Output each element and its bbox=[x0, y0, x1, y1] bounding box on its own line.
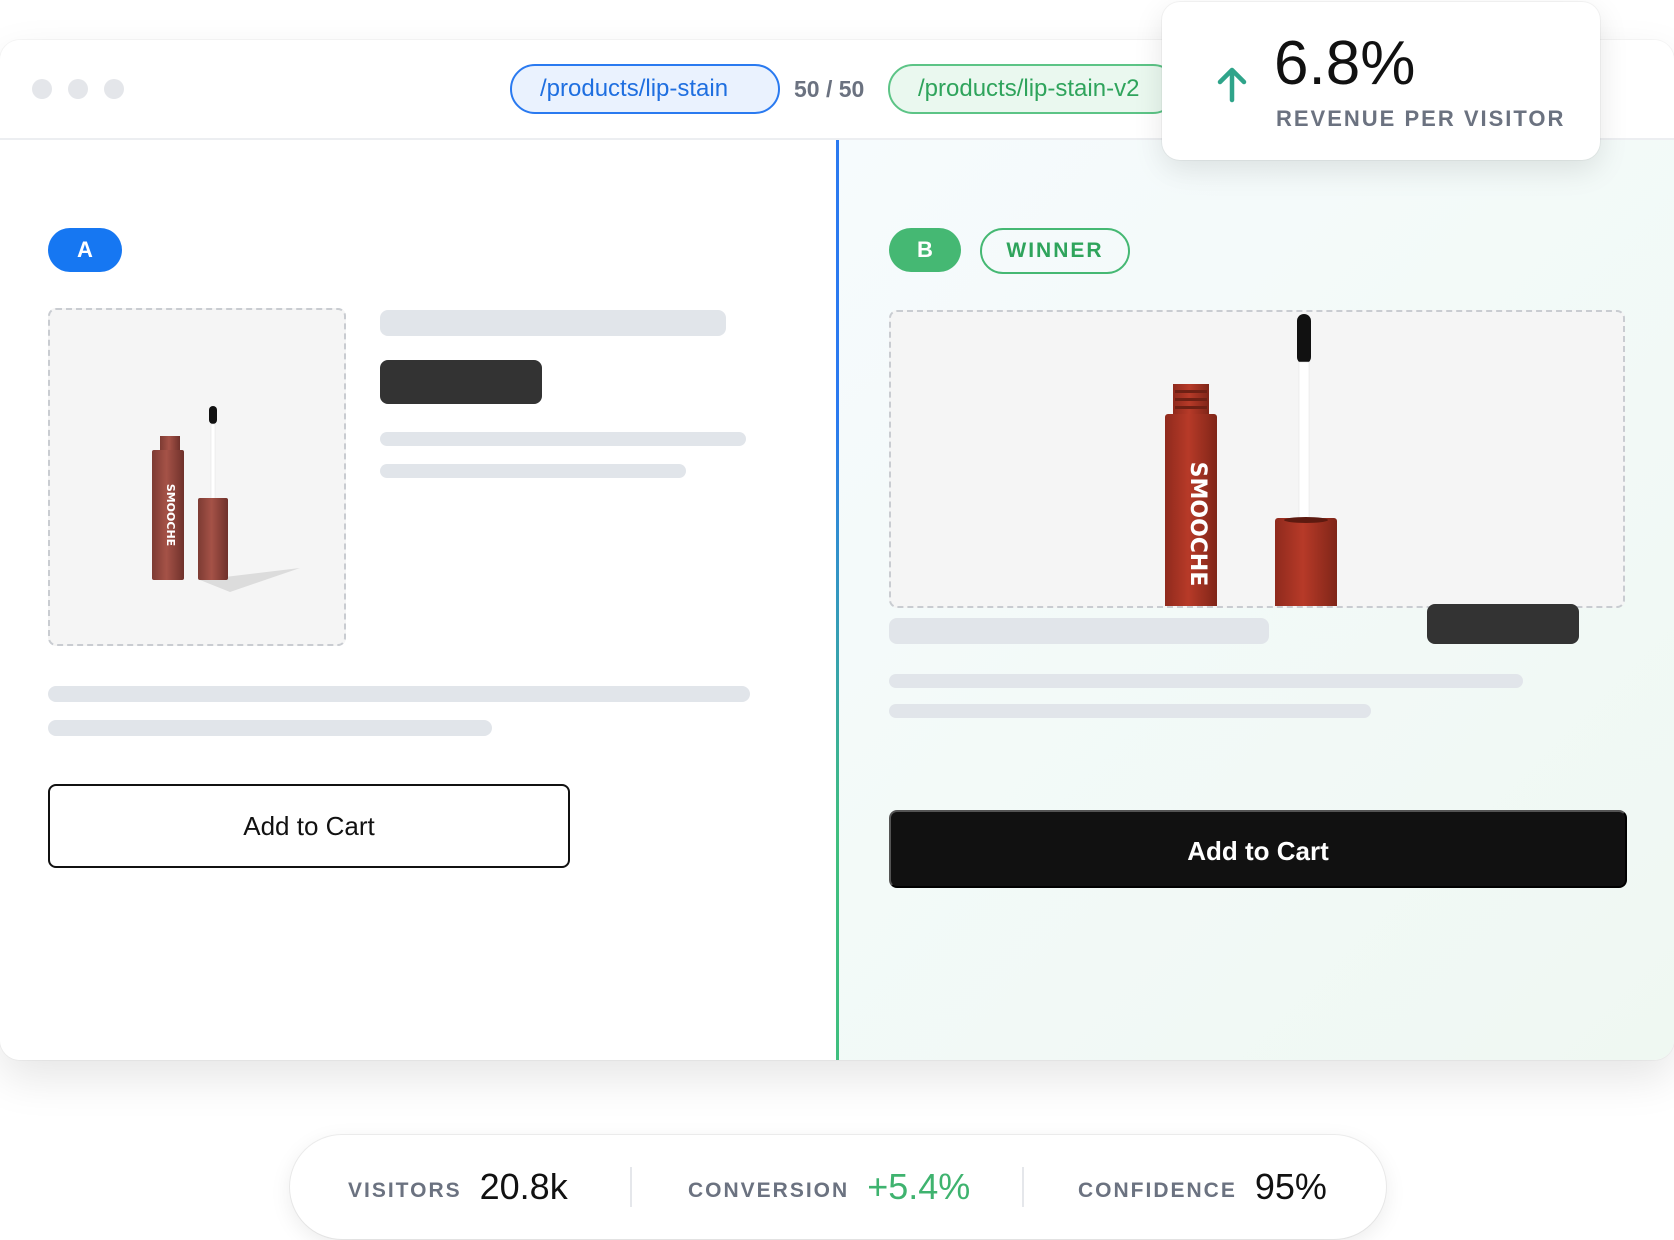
window-minimize-dot[interactable] bbox=[68, 79, 88, 99]
variant-a-url[interactable]: /products/lip-stain bbox=[510, 64, 780, 114]
price-skeleton bbox=[1427, 604, 1579, 644]
variant-b-add-to-cart-button[interactable]: Add to Cart bbox=[889, 810, 1627, 888]
lip-stain-product-icon: SMOOCHE bbox=[1165, 314, 1337, 606]
lip-stain-product-icon: SMOOCHE bbox=[152, 406, 300, 592]
stat-value: 95% bbox=[1254, 1166, 1327, 1207]
stat-divider bbox=[1022, 1167, 1024, 1207]
stat-value: 20.8k bbox=[479, 1166, 568, 1207]
price-skeleton bbox=[380, 360, 542, 404]
traffic-split: 50 / 50 bbox=[794, 76, 865, 102]
variant-a-panel: A SMOOCHE Add to Cart bbox=[0, 140, 836, 1060]
stat-label: VISITORS bbox=[348, 1179, 462, 1202]
stat-divider bbox=[630, 1167, 632, 1207]
svg-text:SMOOCHE: SMOOCHE bbox=[1185, 462, 1210, 587]
stats-bar: VISITORS 20.8k CONVERSION +5.4% CONFIDEN… bbox=[290, 1135, 1386, 1239]
description-skeleton bbox=[380, 432, 746, 446]
variant-b-product-image: SMOOCHE bbox=[889, 310, 1625, 608]
stat-label: CONVERSION bbox=[688, 1179, 850, 1202]
revenue-metric-card: 6.8% REVENUE PER VISITOR bbox=[1162, 2, 1600, 160]
stat-visitors: VISITORS 20.8k bbox=[348, 1135, 568, 1239]
description-skeleton bbox=[889, 704, 1371, 718]
variant-b-url[interactable]: /products/lip-stain-v2 bbox=[888, 64, 1178, 114]
variant-a-add-to-cart-button[interactable]: Add to Cart bbox=[48, 784, 570, 868]
window-maximize-dot[interactable] bbox=[104, 79, 124, 99]
variant-b-panel: B WINNER SMOOCHE Add to Cart bbox=[839, 140, 1674, 1060]
title-skeleton bbox=[380, 310, 726, 336]
variant-a-product-image: SMOOCHE bbox=[48, 308, 346, 646]
arrow-up-icon bbox=[1217, 67, 1247, 103]
variant-b-badge: B bbox=[889, 228, 961, 272]
browser-window: /products/lip-stain 50 / 50 /products/li… bbox=[0, 40, 1674, 1060]
revenue-metric-label: REVENUE PER VISITOR bbox=[1276, 106, 1566, 131]
description-skeleton bbox=[889, 674, 1523, 688]
details-skeleton bbox=[48, 720, 492, 736]
stat-confidence: CONFIDENCE 95% bbox=[1078, 1135, 1327, 1239]
revenue-metric-value: 6.8% bbox=[1274, 29, 1416, 98]
winner-badge: WINNER bbox=[980, 228, 1130, 274]
description-skeleton bbox=[380, 464, 686, 478]
stat-value: +5.4% bbox=[867, 1166, 971, 1207]
details-skeleton bbox=[48, 686, 750, 702]
title-skeleton bbox=[889, 618, 1269, 644]
stat-label: CONFIDENCE bbox=[1078, 1179, 1237, 1202]
svg-text:SMOOCHE: SMOOCHE bbox=[164, 484, 177, 546]
stat-conversion: CONVERSION +5.4% bbox=[688, 1135, 970, 1239]
variant-a-badge: A bbox=[48, 228, 122, 272]
window-close-dot[interactable] bbox=[32, 79, 52, 99]
